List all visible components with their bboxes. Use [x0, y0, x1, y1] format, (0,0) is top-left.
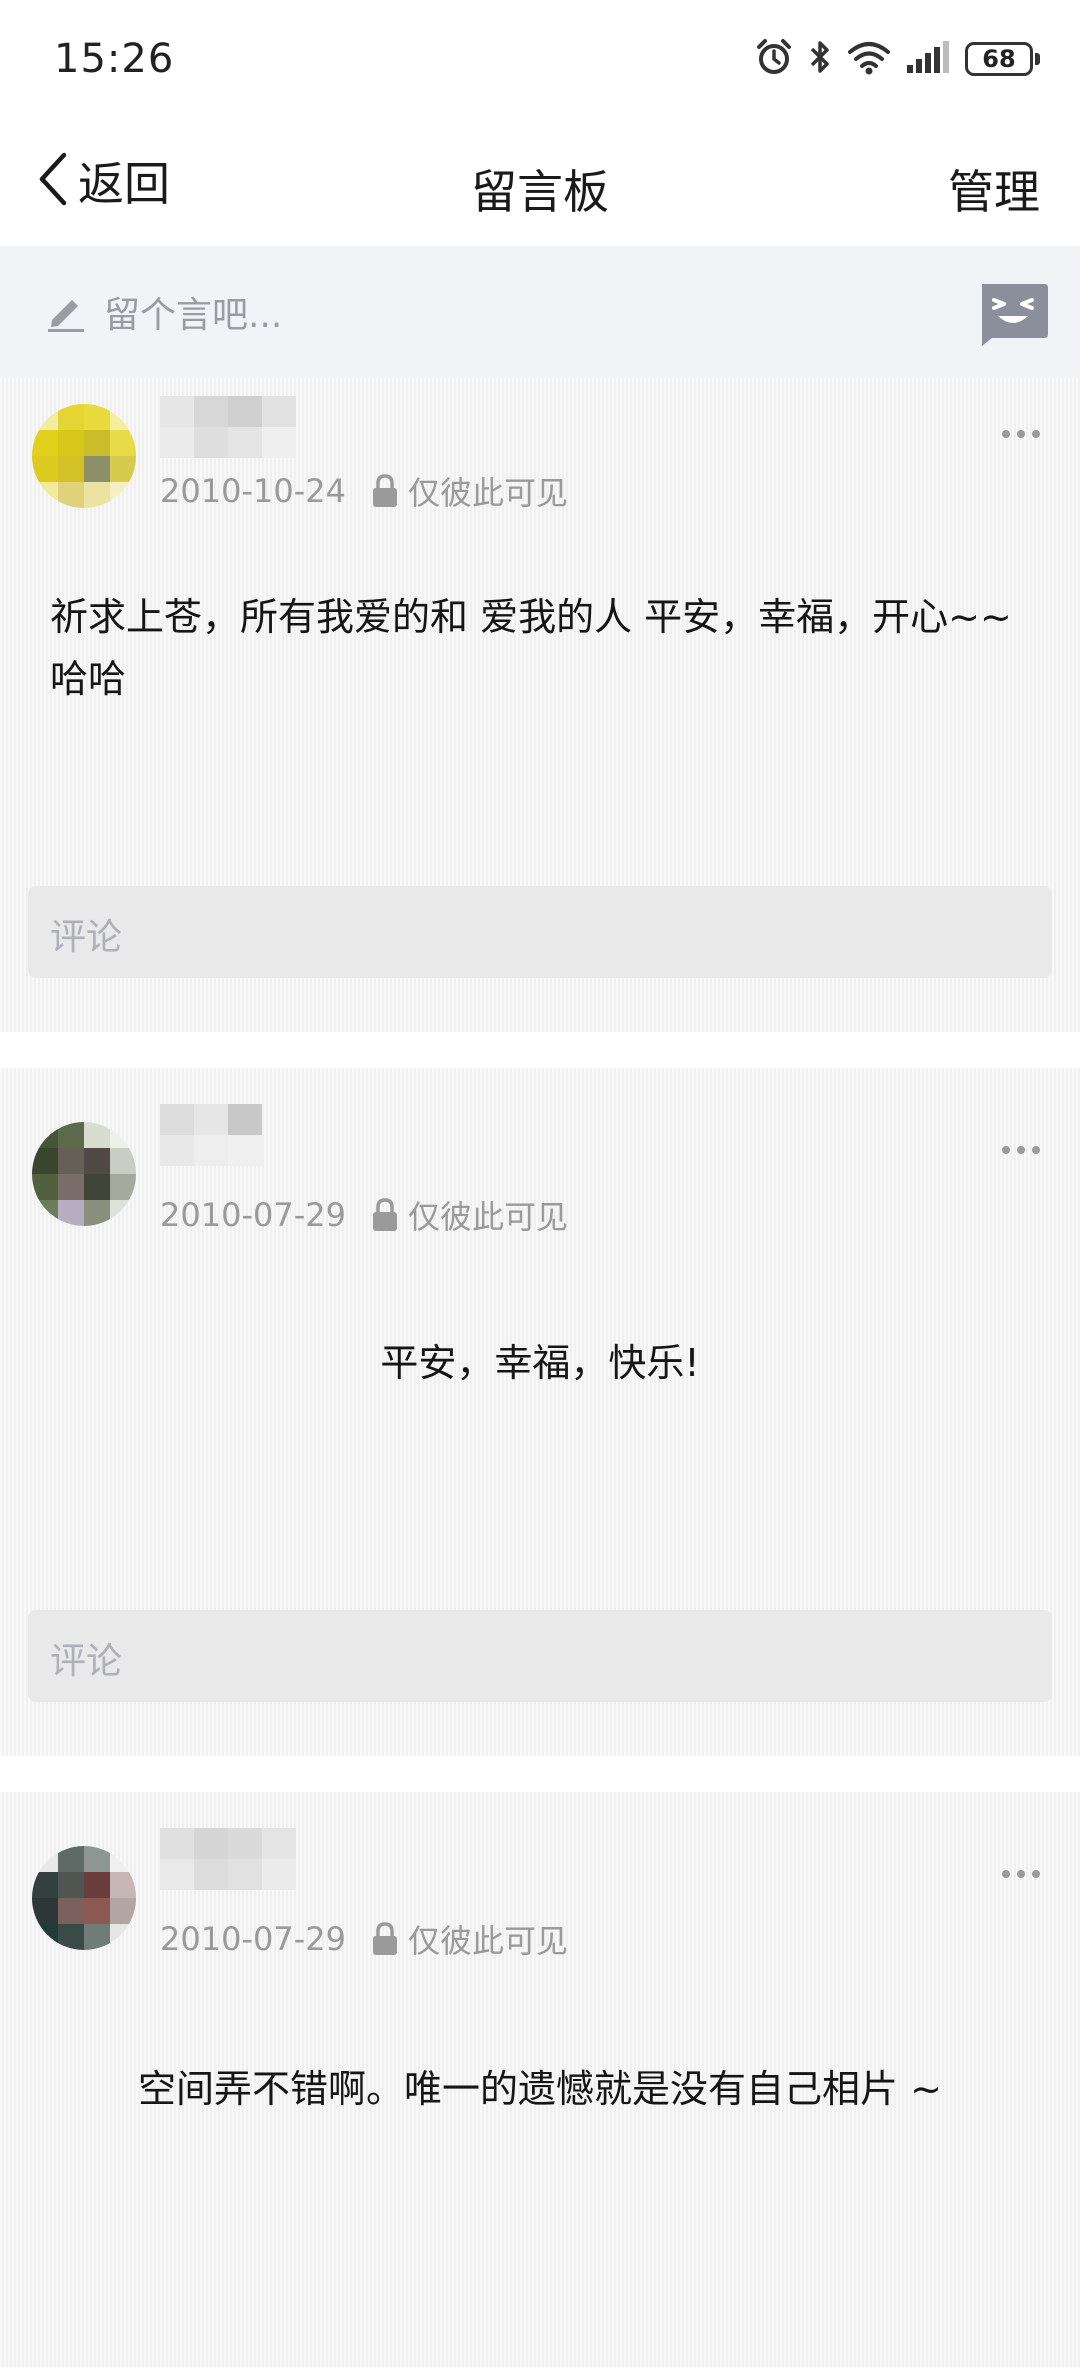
- more-options-icon[interactable]: [1002, 1870, 1040, 1878]
- message-meta: 2010-07-29 仅彼此可见: [160, 1192, 568, 1238]
- more-options-icon[interactable]: [1002, 430, 1040, 438]
- compose-input[interactable]: 留个言吧...: [104, 286, 282, 338]
- lock-icon: [370, 1921, 400, 1957]
- username-blurred[interactable]: [160, 396, 296, 458]
- bluetooth-icon: [807, 38, 833, 80]
- message-text: 祈求上苍，所有我爱的和 爱我的人 平安，幸福，开心~~哈哈: [50, 595, 1012, 701]
- message-date: 2010-10-24: [160, 472, 346, 510]
- lock-icon: [370, 1197, 400, 1233]
- status-bar: 15:26 68: [0, 0, 1080, 120]
- message-feed: 2010-10-24 仅彼此可见 祈求上苍，所有我爱的和 爱我的人 平安，幸福，…: [0, 378, 1080, 2367]
- signal-icon: [905, 39, 951, 79]
- pencil-icon: [44, 290, 88, 338]
- visibility-label: 仅彼此可见: [407, 474, 568, 512]
- comment-input[interactable]: 评论: [28, 886, 1052, 978]
- manage-button[interactable]: 管理: [948, 156, 1040, 222]
- lock-icon: [370, 473, 400, 509]
- message-text: 空间弄不错啊。唯一的遗憾就是没有自己相片 ~: [138, 2067, 942, 2111]
- emoji-icon[interactable]: [976, 282, 1050, 350]
- card-separator: [0, 1032, 1080, 1068]
- compose-bar[interactable]: 留个言吧...: [0, 246, 1080, 378]
- battery-level: 68: [965, 42, 1033, 76]
- comment-input[interactable]: 评论: [28, 1610, 1052, 1702]
- username-blurred[interactable]: [160, 1104, 262, 1166]
- message-meta: 2010-07-29 仅彼此可见: [160, 1916, 568, 1962]
- comment-placeholder: 评论: [50, 917, 123, 958]
- avatar[interactable]: [32, 404, 136, 508]
- battery-icon: 68: [965, 42, 1040, 76]
- message-card: 2010-07-29 仅彼此可见 空间弄不错啊。唯一的遗憾就是没有自己相片 ~: [0, 1792, 1080, 2367]
- more-options-icon[interactable]: [1002, 1146, 1040, 1154]
- avatar[interactable]: [32, 1846, 136, 1950]
- comment-placeholder: 评论: [50, 1641, 123, 1682]
- message-card: 2010-10-24 仅彼此可见 祈求上苍，所有我爱的和 爱我的人 平安，幸福，…: [0, 378, 1080, 1032]
- visibility-label: 仅彼此可见: [407, 1922, 568, 1960]
- username-blurred[interactable]: [160, 1828, 296, 1890]
- wifi-icon: [847, 38, 891, 80]
- avatar[interactable]: [32, 1122, 136, 1226]
- message-meta: 2010-10-24 仅彼此可见: [160, 468, 568, 514]
- message-card: 2010-07-29 仅彼此可见 平安，幸福，快乐! 评论: [0, 1068, 1080, 1756]
- status-icons: 68: [755, 38, 1040, 80]
- page-title: 留言板: [471, 165, 609, 219]
- nav-bar: 返回 留言板 管理: [0, 120, 1080, 246]
- message-date: 2010-07-29: [160, 1920, 346, 1958]
- status-time: 15:26: [54, 36, 175, 82]
- message-text: 平安，幸福，快乐!: [380, 1341, 700, 1385]
- message-date: 2010-07-29: [160, 1196, 346, 1234]
- alarm-icon: [755, 38, 793, 80]
- visibility-label: 仅彼此可见: [407, 1198, 568, 1236]
- card-separator: [0, 1756, 1080, 1792]
